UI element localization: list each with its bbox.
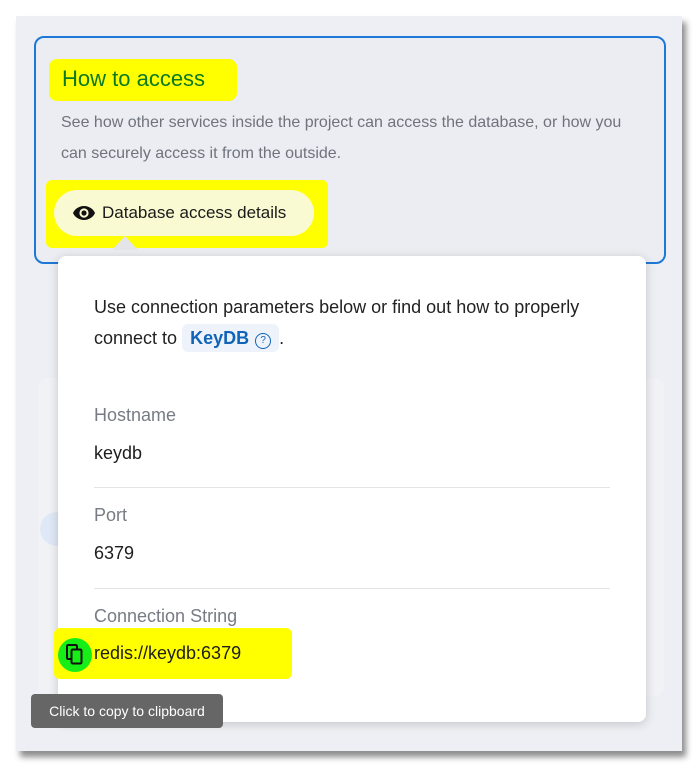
copy-icon [66, 644, 83, 665]
copy-to-clipboard-button[interactable] [58, 638, 92, 672]
connection-string-label: Connection String [94, 606, 238, 626]
popover-intro-text: Use connection parameters below or find … [94, 297, 580, 348]
divider [94, 588, 610, 589]
help-circle-icon: ? [255, 333, 272, 349]
section-title: How to access [62, 66, 206, 91]
hostname-value: keydb [94, 443, 143, 463]
popover-arrow [112, 236, 138, 250]
connection-string-value[interactable]: redis://keydb:6379 [94, 643, 241, 664]
copy-tooltip: Click to copy to clipboard [31, 694, 223, 728]
keydb-docs-link[interactable]: KeyDB? [182, 324, 280, 352]
keydb-chip-label: KeyDB [190, 328, 250, 348]
port-label: Port [94, 505, 128, 525]
port-value: 6379 [94, 543, 135, 563]
divider [94, 487, 610, 488]
details-button-label: Database access details [102, 203, 287, 222]
popover-intro-end: . [279, 328, 285, 348]
hostname-label: Hostname [94, 405, 177, 425]
eye-icon [72, 203, 96, 223]
popover-intro: Use connection parameters below or find … [94, 292, 614, 354]
section-description: See how other services inside the projec… [61, 114, 622, 162]
database-access-details-button[interactable]: Database access details [54, 190, 314, 236]
